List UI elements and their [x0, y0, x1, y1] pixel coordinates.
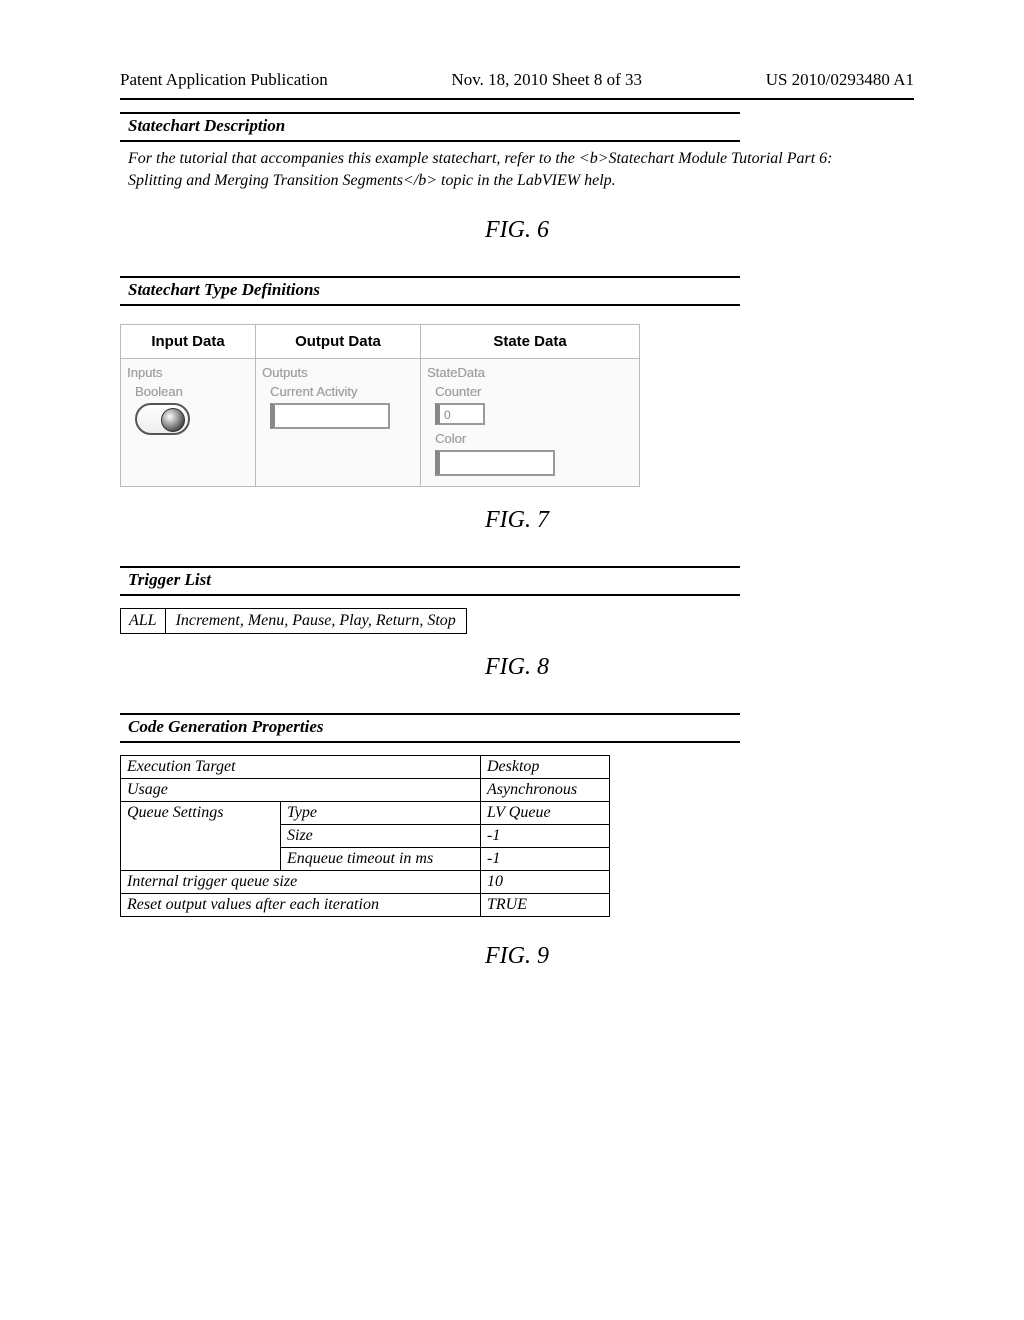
- table-row: Usage Asynchronous: [121, 779, 610, 802]
- outputs-cluster-label: Outputs: [262, 365, 414, 380]
- queue-size-key: Size: [281, 825, 481, 848]
- exec-target-key: Execution Target: [121, 756, 481, 779]
- state-data-body: StateData Counter 0 Color: [421, 359, 639, 486]
- queue-type-key: Type: [281, 802, 481, 825]
- trigger-all-cell: ALL: [120, 608, 166, 634]
- table-row: Execution Target Desktop: [121, 756, 610, 779]
- counter-field: 0: [435, 403, 485, 425]
- color-control: Color: [435, 431, 633, 476]
- queue-settings-key: Queue Settings: [121, 802, 281, 871]
- page-header: Patent Application Publication Nov. 18, …: [120, 70, 914, 90]
- fig8-title: Trigger List: [120, 566, 740, 596]
- exec-target-val: Desktop: [481, 756, 610, 779]
- queue-size-val: -1: [481, 825, 610, 848]
- fig7-section: Statechart Type Definitions: [120, 276, 914, 306]
- counter-control: Counter 0: [435, 384, 633, 425]
- state-data-head: State Data: [421, 325, 639, 359]
- input-data-head: Input Data: [121, 325, 255, 359]
- type-defs-panel: Input Data Inputs Boolean Output Data Ou…: [120, 324, 640, 487]
- fig6-section: Statechart Description: [120, 112, 914, 142]
- current-activity-field: [270, 403, 390, 429]
- header-right: US 2010/0293480 A1: [766, 70, 914, 90]
- usage-key: Usage: [121, 779, 481, 802]
- fig6-caption: FIG. 6: [120, 217, 914, 244]
- trigger-list-cell: Increment, Menu, Pause, Play, Return, St…: [166, 608, 467, 634]
- fig8-caption: FIG. 8: [120, 654, 914, 681]
- boolean-label: Boolean: [135, 384, 249, 399]
- fig6-description: For the tutorial that accompanies this e…: [120, 142, 840, 197]
- header-center: Nov. 18, 2010 Sheet 8 of 33: [451, 70, 642, 90]
- queue-type-val: LV Queue: [481, 802, 610, 825]
- usage-val: Asynchronous: [481, 779, 610, 802]
- internal-trigger-queue-key: Internal trigger queue size: [121, 871, 481, 894]
- fig9-section: Code Generation Properties: [120, 713, 914, 743]
- output-data-body: Outputs Current Activity: [256, 359, 420, 439]
- fig9-caption: FIG. 9: [120, 943, 914, 970]
- table-row: Queue Settings Type LV Queue: [121, 802, 610, 825]
- header-left: Patent Application Publication: [120, 70, 328, 90]
- code-gen-properties-table: Execution Target Desktop Usage Asynchron…: [120, 755, 610, 917]
- header-rule: [120, 98, 914, 100]
- queue-timeout-val: -1: [481, 848, 610, 871]
- color-label: Color: [435, 431, 633, 446]
- fig9-title: Code Generation Properties: [120, 713, 740, 743]
- table-row: Reset output values after each iteration…: [121, 894, 610, 917]
- boolean-switch-icon: [135, 403, 190, 435]
- fig7-title: Statechart Type Definitions: [120, 276, 740, 306]
- trigger-list-row: ALL Increment, Menu, Pause, Play, Return…: [120, 608, 914, 634]
- queue-timeout-key: Enqueue timeout in ms: [281, 848, 481, 871]
- fig6-title: Statechart Description: [120, 112, 740, 142]
- inputs-cluster-label: Inputs: [127, 365, 249, 380]
- reset-output-val: TRUE: [481, 894, 610, 917]
- input-data-body: Inputs Boolean: [121, 359, 255, 445]
- current-activity-control: Current Activity: [270, 384, 414, 429]
- internal-trigger-queue-val: 10: [481, 871, 610, 894]
- output-data-head: Output Data: [256, 325, 420, 359]
- statedata-cluster-label: StateData: [427, 365, 633, 380]
- input-data-column: Input Data Inputs Boolean: [121, 325, 256, 486]
- output-data-column: Output Data Outputs Current Activity: [256, 325, 421, 486]
- patent-figure-page: Patent Application Publication Nov. 18, …: [0, 0, 1024, 1320]
- reset-output-key: Reset output values after each iteration: [121, 894, 481, 917]
- color-field: [435, 450, 555, 476]
- current-activity-label: Current Activity: [270, 384, 414, 399]
- boolean-control: Boolean: [135, 384, 249, 435]
- fig7-caption: FIG. 7: [120, 507, 914, 534]
- fig8-section: Trigger List: [120, 566, 914, 596]
- table-row: Internal trigger queue size 10: [121, 871, 610, 894]
- counter-label: Counter: [435, 384, 633, 399]
- state-data-column: State Data StateData Counter 0 Color: [421, 325, 639, 486]
